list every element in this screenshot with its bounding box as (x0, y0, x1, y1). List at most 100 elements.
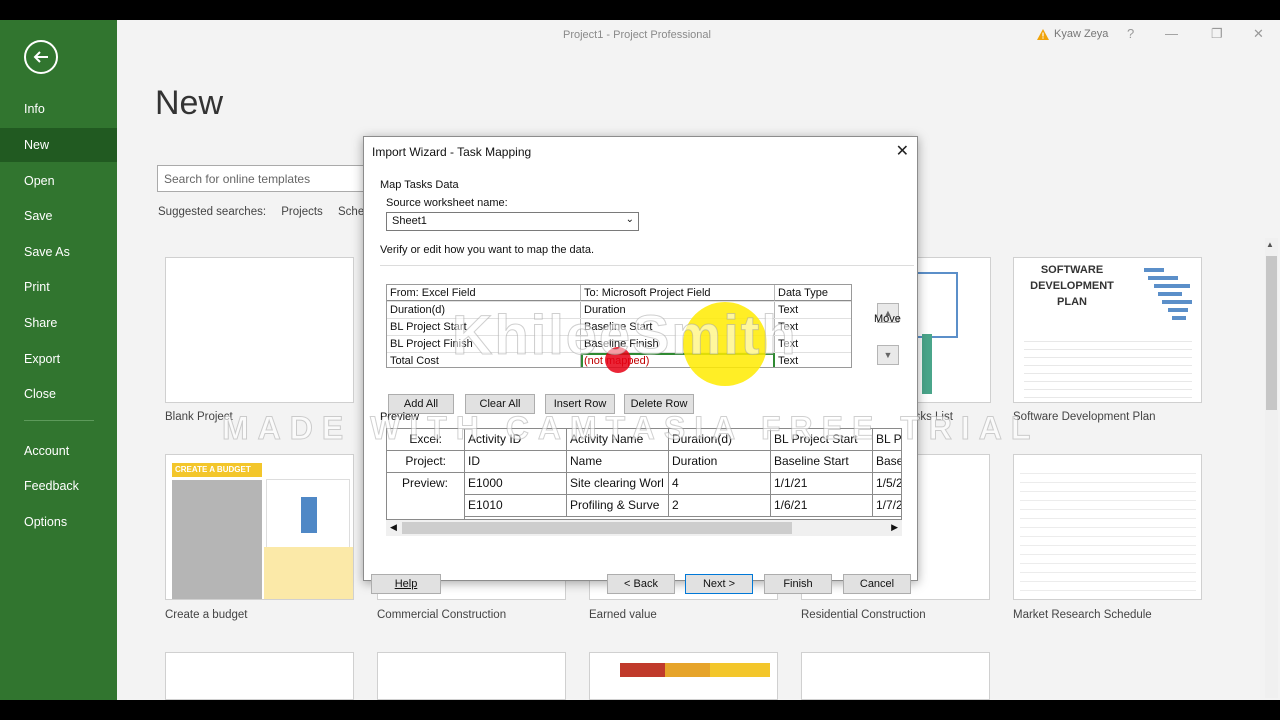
preview-data-cell: 2 (669, 495, 771, 517)
source-worksheet-value: Sheet1 (392, 215, 427, 227)
sw-thumb-title: SOFTWARE DEVELOPMENT PLAN (1030, 264, 1114, 308)
map-tasks-heading: Map Tasks Data (380, 179, 459, 191)
sidebar-item-account[interactable]: Account (0, 434, 117, 468)
preview-row-label: Project: (387, 451, 465, 473)
sidebar-item-share[interactable]: Share (0, 306, 117, 340)
sw-thumb-chart (1134, 264, 1196, 326)
chevron-down-icon: ⌄ (625, 214, 634, 225)
sidebar-item-open[interactable]: Open (0, 164, 117, 198)
user-name: Kyaw Zeya (1054, 28, 1109, 40)
preview-scrollbar-thumb[interactable] (402, 522, 792, 534)
help-icon[interactable]: ? (1127, 26, 1134, 41)
suggested-link-projects[interactable]: Projects (281, 206, 323, 218)
template-label-earned-value: Earned value (589, 609, 657, 621)
suggested-searches: Suggested searches: Projects Schedu (158, 206, 389, 218)
scroll-right-icon[interactable]: ▶ (891, 522, 898, 533)
sidebar-item-print[interactable]: Print (0, 270, 117, 304)
sidebar-item-export[interactable]: Export (0, 342, 117, 376)
template-label-residential-construction: Residential Construction (801, 609, 926, 621)
move-down-icon[interactable]: ▼ (877, 345, 899, 365)
template-tile-create-budget[interactable]: CREATE A BUDGET (165, 454, 354, 600)
dialog-close-icon[interactable]: ✕ (896, 141, 909, 161)
warning-icon (1037, 28, 1049, 40)
dialog-title: Import Wizard - Task Mapping (372, 145, 532, 159)
project-backstage-window: Info New Open Save Save As Print Share E… (0, 20, 1280, 700)
scroll-up-icon[interactable]: ▲ (1266, 240, 1274, 249)
preview-project-cell: ID (465, 451, 567, 473)
preview-data-cell: 1/5/2 (873, 473, 901, 495)
preview-project-cell: Baseli (873, 451, 901, 473)
preview-data-cell: E1010 (465, 495, 567, 517)
preview-data-cell: 1/6/21 (771, 495, 873, 517)
template-tile-blank[interactable] (165, 257, 354, 403)
source-worksheet-label: Source worksheet name: (386, 197, 508, 209)
page-title: New (155, 84, 224, 122)
row3-thumb-header (620, 663, 770, 677)
help-button[interactable]: Help (371, 574, 441, 594)
preview-data-cell: 1/1/21 (771, 473, 873, 495)
restore-icon[interactable]: ❐ (1211, 26, 1223, 42)
finish-button[interactable]: Finish (764, 574, 832, 594)
preview-data-cell: 4 (669, 473, 771, 495)
move-label: Move (874, 313, 901, 325)
sidebar-item-save-as[interactable]: Save As (0, 235, 117, 269)
close-window-icon[interactable]: ✕ (1253, 26, 1264, 42)
back-button-wizard[interactable]: < Back (607, 574, 675, 594)
preview-scrollbar[interactable]: ◀ ▶ (386, 520, 902, 536)
sidebar-item-info[interactable]: Info (0, 92, 117, 126)
budget-thumb-table (264, 547, 353, 599)
template-search-input[interactable]: Search for online templates (157, 165, 387, 192)
sidebar-item-new[interactable]: New (0, 128, 117, 162)
budget-thumb-title: CREATE A BUDGET (172, 463, 262, 477)
sidebar-item-feedback[interactable]: Feedback (0, 469, 117, 503)
watermark-name: KhileeSmith (452, 303, 798, 367)
page-scrollbar-thumb[interactable] (1266, 256, 1277, 410)
minimize-icon[interactable]: — (1165, 26, 1178, 41)
mapping-header-type: Data Type (775, 285, 851, 301)
preview-project-cell: Name (567, 451, 669, 473)
cancel-button[interactable]: Cancel (843, 574, 911, 594)
back-button[interactable] (24, 40, 58, 74)
template-tile-software-dev[interactable]: SOFTWARE DEVELOPMENT PLAN (1013, 257, 1202, 403)
preview-data-cell: Site clearing Worl (567, 473, 669, 495)
template-label-create-budget: Create a budget (165, 609, 248, 621)
budget-thumb-list (172, 480, 262, 599)
template-label-market-research: Market Research Schedule (1013, 609, 1152, 621)
title-bar: Project1 - Project Professional Kyaw Zey… (117, 20, 1280, 50)
backstage-sidebar: Info New Open Save Save As Print Share E… (0, 20, 117, 700)
template-label-commercial-construction: Commercial Construction (377, 609, 507, 621)
scroll-left-icon[interactable]: ◀ (390, 522, 397, 533)
preview-data-cell: E1000 (465, 473, 567, 495)
preview-data-cell: Profiling & Surve (567, 495, 669, 517)
template-tile-row3-1[interactable] (165, 652, 354, 700)
sidebar-item-options[interactable]: Options (0, 505, 117, 539)
dialog-divider (380, 265, 914, 266)
budget-thumb-column (301, 497, 317, 533)
market-thumb-table (1020, 465, 1196, 591)
mapping-header-to: To: Microsoft Project Field (581, 285, 775, 301)
verify-instructions: Verify or edit how you want to map the d… (380, 244, 595, 256)
preview-project-cell: Baseline Start (771, 451, 873, 473)
template-tile-row3-4[interactable] (801, 652, 990, 700)
sw-thumb-table (1024, 334, 1192, 400)
preview-data-cell: 1/7/2 (873, 495, 901, 517)
mapping-header-row: From: Excel Field To: Microsoft Project … (387, 285, 851, 302)
sidebar-divider (24, 420, 94, 421)
user-account[interactable]: Kyaw Zeya (1037, 28, 1108, 40)
next-button[interactable]: Next > (685, 574, 753, 594)
tasks-list-thumb-arrow (922, 334, 958, 394)
sidebar-item-close[interactable]: Close (0, 377, 117, 411)
template-tile-row3-3[interactable] (589, 652, 778, 700)
mapping-header-from: From: Excel Field (387, 285, 581, 301)
app-title: Project1 - Project Professional (563, 29, 711, 41)
tasks-list-thumb-shape (912, 272, 958, 338)
watermark-camtasia: MADE WITH CAMTASIA FREE TRIAL (221, 410, 1040, 447)
sidebar-item-save[interactable]: Save (0, 199, 117, 233)
source-worksheet-select[interactable]: Sheet1 ⌄ (386, 212, 639, 231)
template-tile-market-research[interactable] (1013, 454, 1202, 600)
preview-row-label: Preview: (387, 473, 465, 519)
template-tile-row3-2[interactable] (377, 652, 566, 700)
preview-project-cell: Duration (669, 451, 771, 473)
suggested-label: Suggested searches: (158, 206, 267, 218)
arrow-left-icon (33, 51, 48, 63)
